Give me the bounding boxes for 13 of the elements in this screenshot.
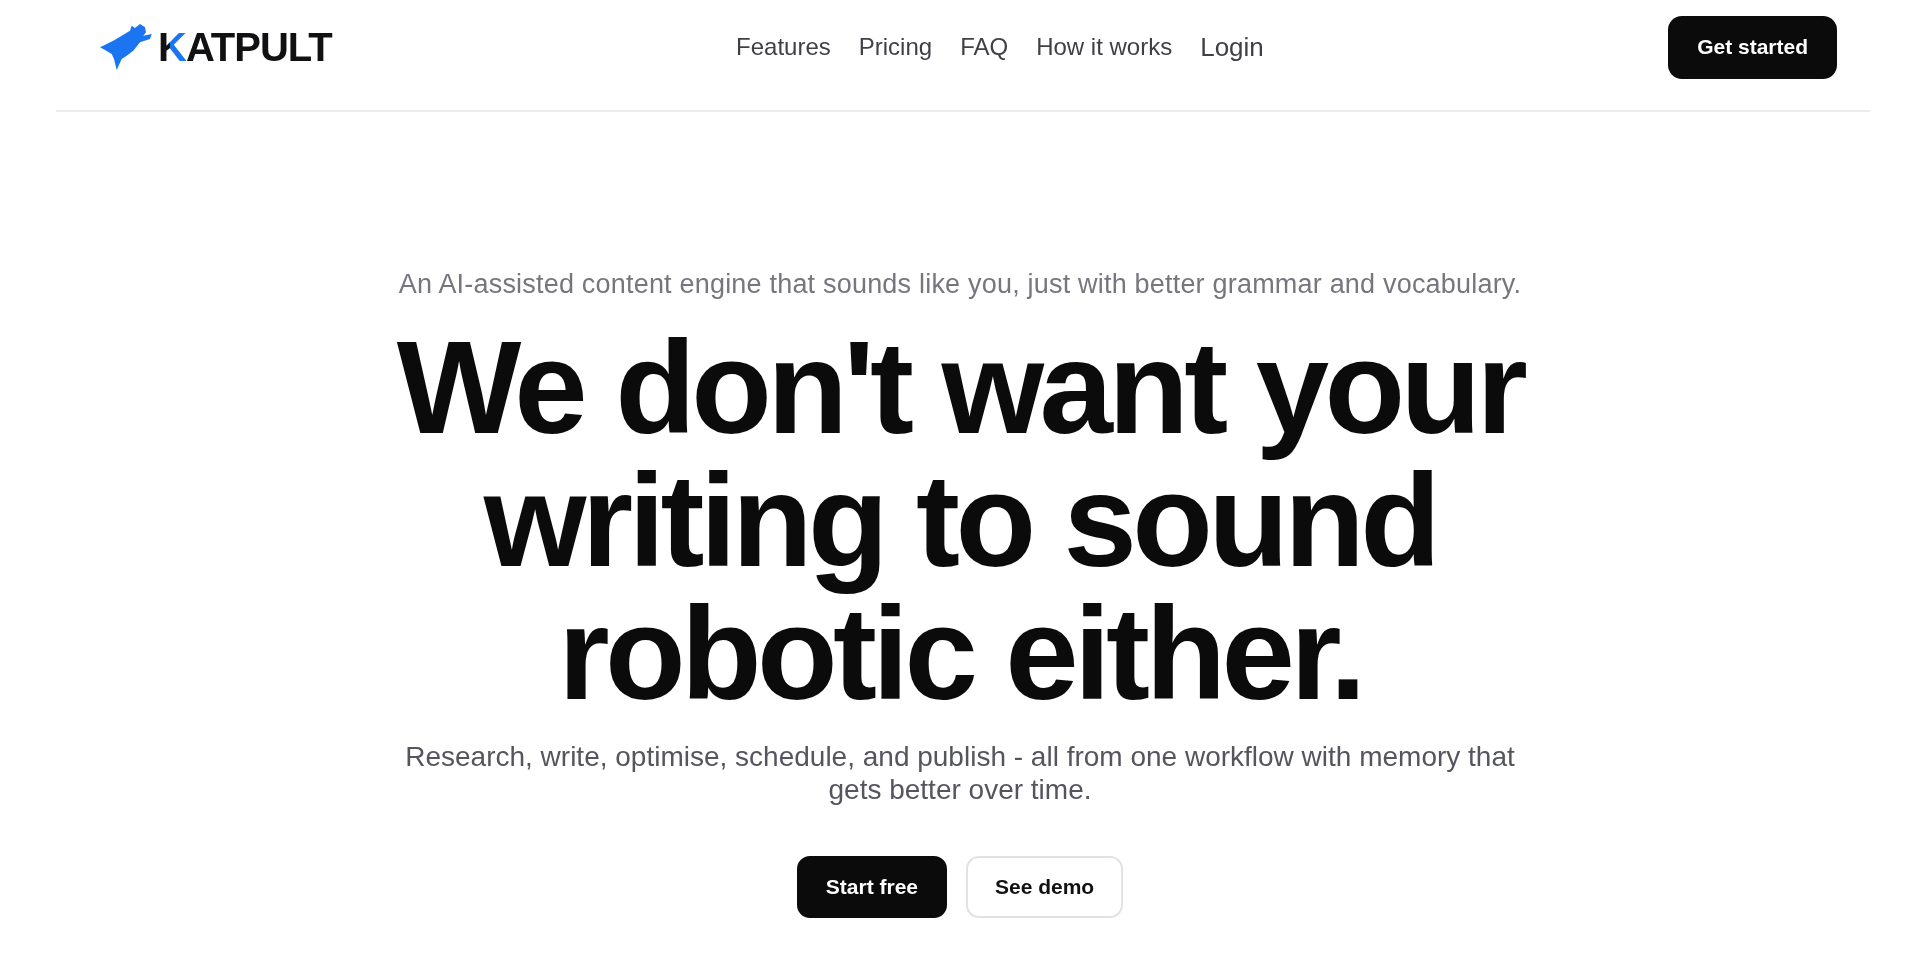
logo-wordmark: KATPULT bbox=[158, 24, 332, 70]
hero-headline: We don't want your writing to sound robotic either. bbox=[395, 321, 1525, 720]
nav-link[interactable]: FAQ bbox=[960, 32, 1009, 62]
start-free-button[interactable]: Start free bbox=[796, 856, 947, 918]
cat-icon bbox=[100, 24, 152, 70]
nav-link[interactable]: How it works bbox=[1036, 32, 1173, 62]
hero-tagline: An AI-assisted content engine that sounds like you, just with better grammar and vocabulary. bbox=[398, 268, 1522, 300]
nav-link[interactable]: Features bbox=[736, 32, 831, 62]
login-link[interactable]: Login bbox=[1200, 32, 1264, 62]
see-demo-button[interactable]: See demo bbox=[966, 856, 1124, 918]
hero-subtitle: Research, write, optimise, schedule, and publish - all from one workflow with memory that gets better over time. bbox=[404, 740, 1516, 806]
get-started-button[interactable]: Get started bbox=[1668, 15, 1837, 79]
nav-link[interactable]: Pricing bbox=[858, 32, 933, 62]
